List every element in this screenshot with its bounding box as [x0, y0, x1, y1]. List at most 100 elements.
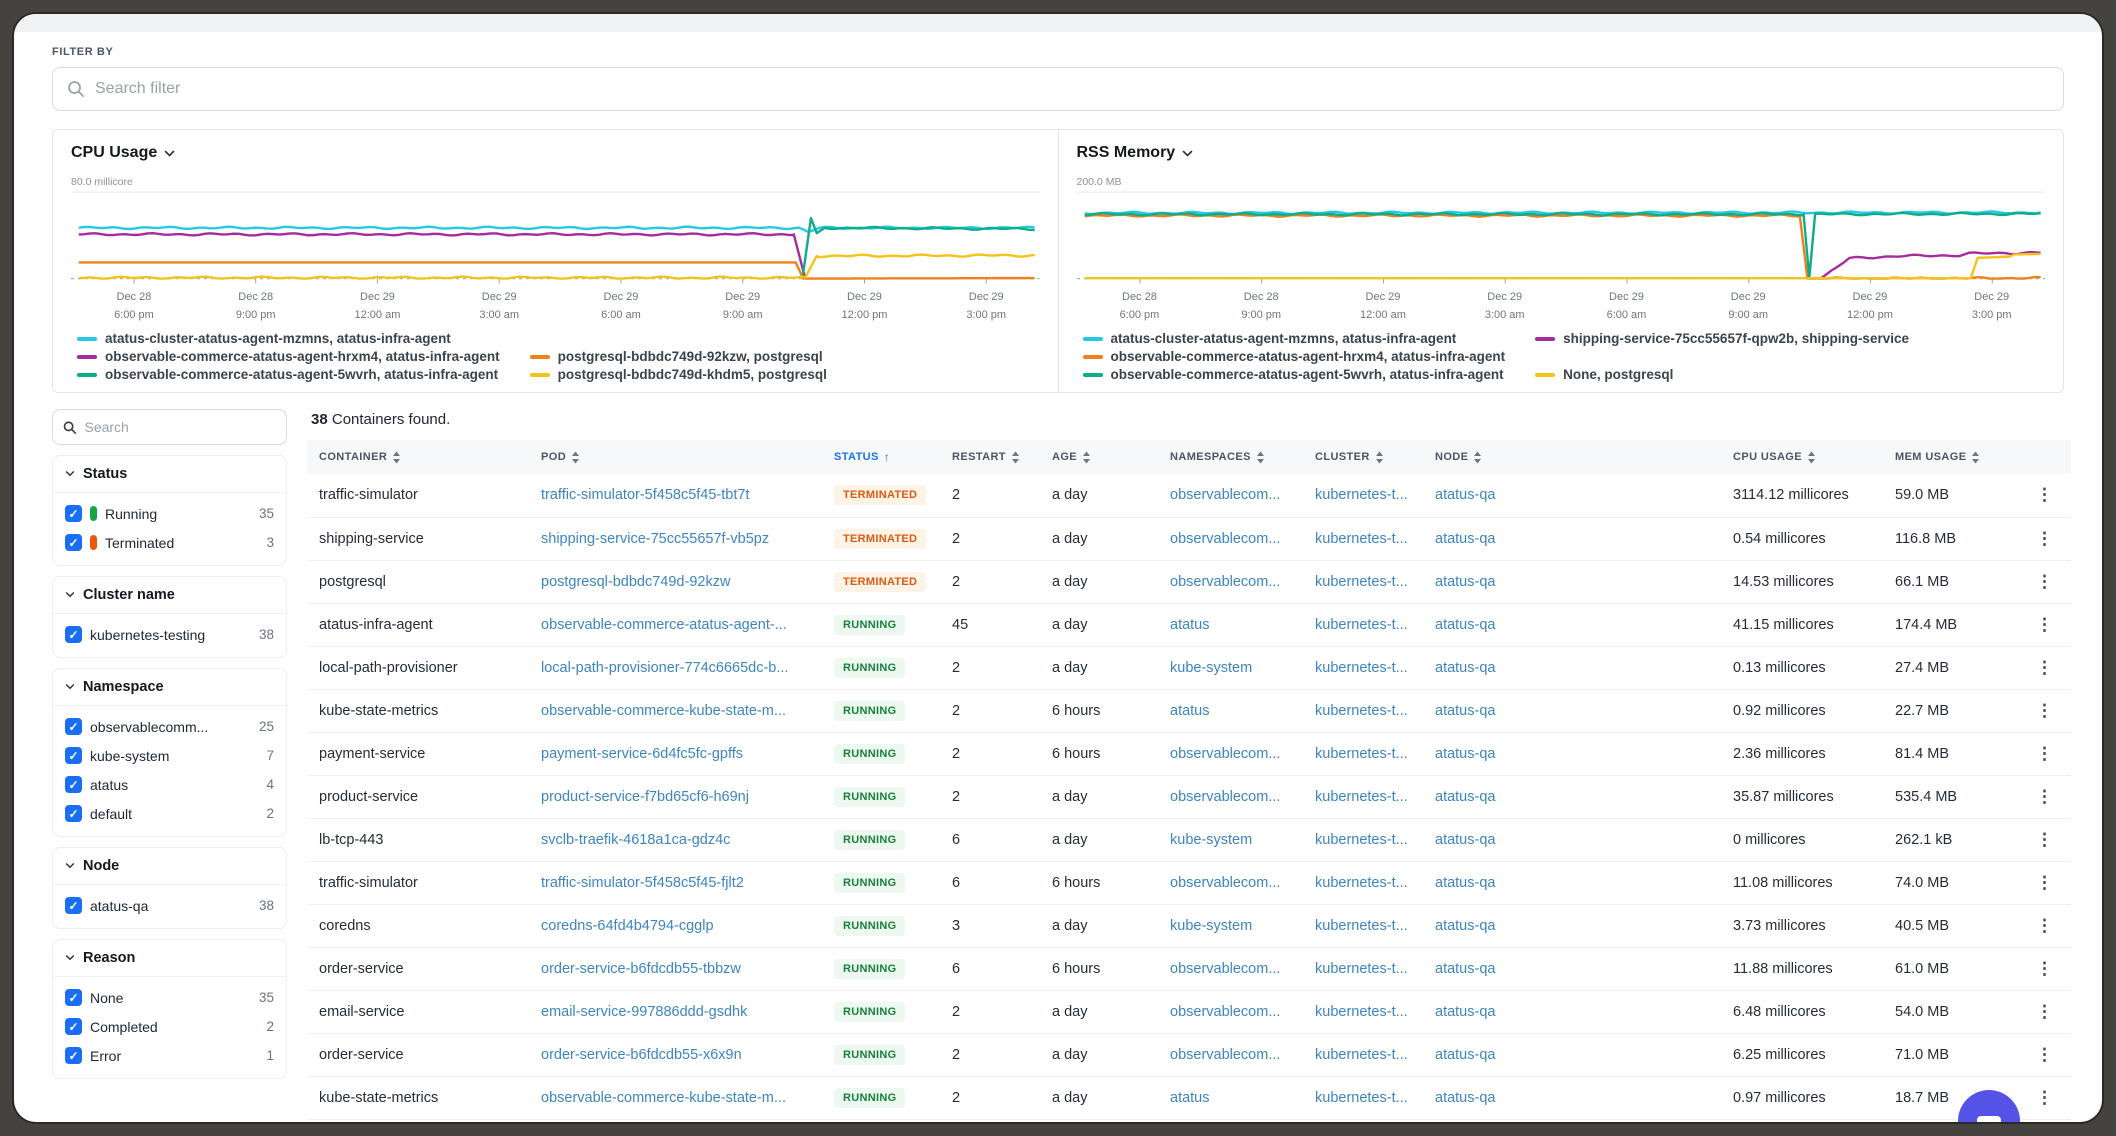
cell-namespace-link[interactable]: atatus: [1158, 689, 1303, 732]
kebab-menu-icon[interactable]: ⋮: [2030, 658, 2059, 678]
kebab-menu-icon[interactable]: ⋮: [2030, 744, 2059, 764]
kebab-menu-icon[interactable]: ⋮: [2030, 873, 2059, 893]
cell-pod-link[interactable]: email-service-997886ddd-gsdhk: [529, 990, 822, 1033]
sidebar-search-box[interactable]: [52, 409, 287, 445]
cell-pod-link[interactable]: payment-service-6d4fc5fc-gpffs: [529, 732, 822, 775]
cell-namespace-link[interactable]: observablecom...: [1158, 775, 1303, 818]
column-header-restart[interactable]: RESTART: [940, 440, 1040, 474]
cell-cluster-link[interactable]: kubernetes-t...: [1303, 947, 1423, 990]
chart-title-dropdown[interactable]: RSS Memory: [1077, 144, 2046, 162]
cell-cluster-link[interactable]: kubernetes-t...: [1303, 474, 1423, 517]
cell-namespace-link[interactable]: observablecom...: [1158, 1033, 1303, 1076]
cell-namespace-link[interactable]: kube-system: [1158, 818, 1303, 861]
cell-node-link[interactable]: atatus-qa: [1423, 517, 1721, 560]
kebab-menu-icon[interactable]: ⋮: [2030, 615, 2059, 635]
cell-namespace-link[interactable]: observablecom...: [1158, 560, 1303, 603]
search-filter-box[interactable]: [52, 67, 2064, 111]
kebab-menu-icon[interactable]: ⋮: [2030, 572, 2059, 592]
cell-pod-link[interactable]: shipping-service-75cc55657f-vb5pz: [529, 517, 822, 560]
cell-pod-link[interactable]: svclb-traefik-4618a1ca-gdz4c: [529, 818, 822, 861]
cell-node-link[interactable]: atatus-qa: [1423, 775, 1721, 818]
filter-group-header[interactable]: Node: [53, 848, 286, 885]
cell-node-link[interactable]: atatus-qa: [1423, 1033, 1721, 1076]
filter-group-header[interactable]: Reason: [53, 940, 286, 977]
cell-node-link[interactable]: atatus-qa: [1423, 603, 1721, 646]
cell-node-link[interactable]: atatus-qa: [1423, 560, 1721, 603]
cell-pod-link[interactable]: traffic-simulator-5f458c5f45-fjlt2: [529, 861, 822, 904]
column-header-container[interactable]: CONTAINER: [307, 440, 529, 474]
cell-cluster-link[interactable]: kubernetes-t...: [1303, 560, 1423, 603]
column-header-pod[interactable]: POD: [529, 440, 822, 474]
legend-item[interactable]: observable-commerce-atatus-agent-hrxm4, …: [1083, 349, 1506, 364]
kebab-menu-icon[interactable]: ⋮: [2030, 1088, 2059, 1108]
cell-namespace-link[interactable]: observablecom...: [1158, 517, 1303, 560]
cell-node-link[interactable]: atatus-qa: [1423, 646, 1721, 689]
cell-cluster-link[interactable]: kubernetes-t...: [1303, 775, 1423, 818]
cell-namespace-link[interactable]: observablecom...: [1158, 732, 1303, 775]
cell-cluster-link[interactable]: kubernetes-t...: [1303, 861, 1423, 904]
cell-pod-link[interactable]: order-service-b6fdcdb55-tbbzw: [529, 947, 822, 990]
cell-pod-link[interactable]: observable-commerce-atatus-agent-...: [529, 603, 822, 646]
cell-node-link[interactable]: atatus-qa: [1423, 904, 1721, 947]
column-header-node[interactable]: NODE: [1423, 440, 1721, 474]
legend-item[interactable]: atatus-cluster-atatus-agent-mzmns, atatu…: [77, 331, 500, 346]
column-header-mem-usage[interactable]: MEM USAGE: [1883, 440, 2018, 474]
checkbox-checked[interactable]: ✓: [65, 805, 82, 822]
cell-node-link[interactable]: atatus-qa: [1423, 990, 1721, 1033]
checkbox-checked[interactable]: ✓: [65, 1018, 82, 1035]
chart-title-dropdown[interactable]: CPU Usage: [71, 144, 1040, 162]
kebab-menu-icon[interactable]: ⋮: [2030, 916, 2059, 936]
cell-node-link[interactable]: atatus-qa: [1423, 1076, 1721, 1119]
checkbox-checked[interactable]: ✓: [65, 534, 82, 551]
column-header-cpu-usage[interactable]: CPU USAGE: [1721, 440, 1883, 474]
sidebar-search-input[interactable]: [84, 419, 276, 435]
kebab-menu-icon[interactable]: ⋮: [2030, 1045, 2059, 1065]
cell-namespace-link[interactable]: kube-system: [1158, 646, 1303, 689]
cell-cluster-link[interactable]: kubernetes-t...: [1303, 990, 1423, 1033]
column-header-namespaces[interactable]: NAMESPACES: [1158, 440, 1303, 474]
checkbox-checked[interactable]: ✓: [65, 747, 82, 764]
checkbox-checked[interactable]: ✓: [65, 1047, 82, 1064]
cell-cluster-link[interactable]: kubernetes-t...: [1303, 818, 1423, 861]
kebab-menu-icon[interactable]: ⋮: [2030, 529, 2059, 549]
kebab-menu-icon[interactable]: ⋮: [2030, 701, 2059, 721]
kebab-menu-icon[interactable]: ⋮: [2030, 830, 2059, 850]
kebab-menu-icon[interactable]: ⋮: [2030, 1002, 2059, 1022]
cell-node-link[interactable]: atatus-qa: [1423, 947, 1721, 990]
cell-cluster-link[interactable]: kubernetes-t...: [1303, 1033, 1423, 1076]
cell-node-link[interactable]: atatus-qa: [1423, 732, 1721, 775]
cell-cluster-link[interactable]: kubernetes-t...: [1303, 646, 1423, 689]
legend-item[interactable]: shipping-service-75cc55657f-qpw2b, shipp…: [1535, 331, 1909, 346]
kebab-menu-icon[interactable]: ⋮: [2030, 959, 2059, 979]
legend-item[interactable]: observable-commerce-atatus-agent-5wvrh, …: [77, 367, 500, 382]
cell-cluster-link[interactable]: kubernetes-t...: [1303, 689, 1423, 732]
cell-node-link[interactable]: atatus-qa: [1423, 474, 1721, 517]
filter-group-header[interactable]: Namespace: [53, 669, 286, 706]
checkbox-checked[interactable]: ✓: [65, 505, 82, 522]
cell-namespace-link[interactable]: observablecom...: [1158, 861, 1303, 904]
cell-namespace-link[interactable]: observablecom...: [1158, 990, 1303, 1033]
legend-item[interactable]: postgresql-bdbdc749d-92kzw, postgresql: [530, 349, 827, 364]
cell-pod-link[interactable]: coredns-64fd4b4794-cgglp: [529, 904, 822, 947]
cell-pod-link[interactable]: postgresql-bdbdc749d-92kzw: [529, 560, 822, 603]
legend-item[interactable]: observable-commerce-atatus-agent-hrxm4, …: [77, 349, 500, 364]
cell-pod-link[interactable]: observable-commerce-kube-state-m...: [529, 689, 822, 732]
cell-namespace-link[interactable]: atatus: [1158, 603, 1303, 646]
legend-item[interactable]: postgresql-bdbdc749d-khdm5, postgresql: [530, 367, 827, 382]
cell-pod-link[interactable]: observable-commerce-kube-state-m...: [529, 1076, 822, 1119]
legend-item[interactable]: atatus-cluster-atatus-agent-mzmns, atatu…: [1083, 331, 1506, 346]
cell-cluster-link[interactable]: kubernetes-t...: [1303, 732, 1423, 775]
filter-group-header[interactable]: Status: [53, 456, 286, 493]
kebab-menu-icon[interactable]: ⋮: [2030, 485, 2059, 505]
cell-cluster-link[interactable]: kubernetes-t...: [1303, 603, 1423, 646]
cell-node-link[interactable]: atatus-qa: [1423, 689, 1721, 732]
checkbox-checked[interactable]: ✓: [65, 897, 82, 914]
cell-namespace-link[interactable]: kube-system: [1158, 904, 1303, 947]
cell-pod-link[interactable]: local-path-provisioner-774c6665dc-b...: [529, 646, 822, 689]
checkbox-checked[interactable]: ✓: [65, 776, 82, 793]
cell-namespace-link[interactable]: atatus: [1158, 1076, 1303, 1119]
cell-namespace-link[interactable]: observablecom...: [1158, 474, 1303, 517]
filter-group-header[interactable]: Cluster name: [53, 577, 286, 614]
column-header-cluster[interactable]: CLUSTER: [1303, 440, 1423, 474]
cell-cluster-link[interactable]: kubernetes-t...: [1303, 517, 1423, 560]
